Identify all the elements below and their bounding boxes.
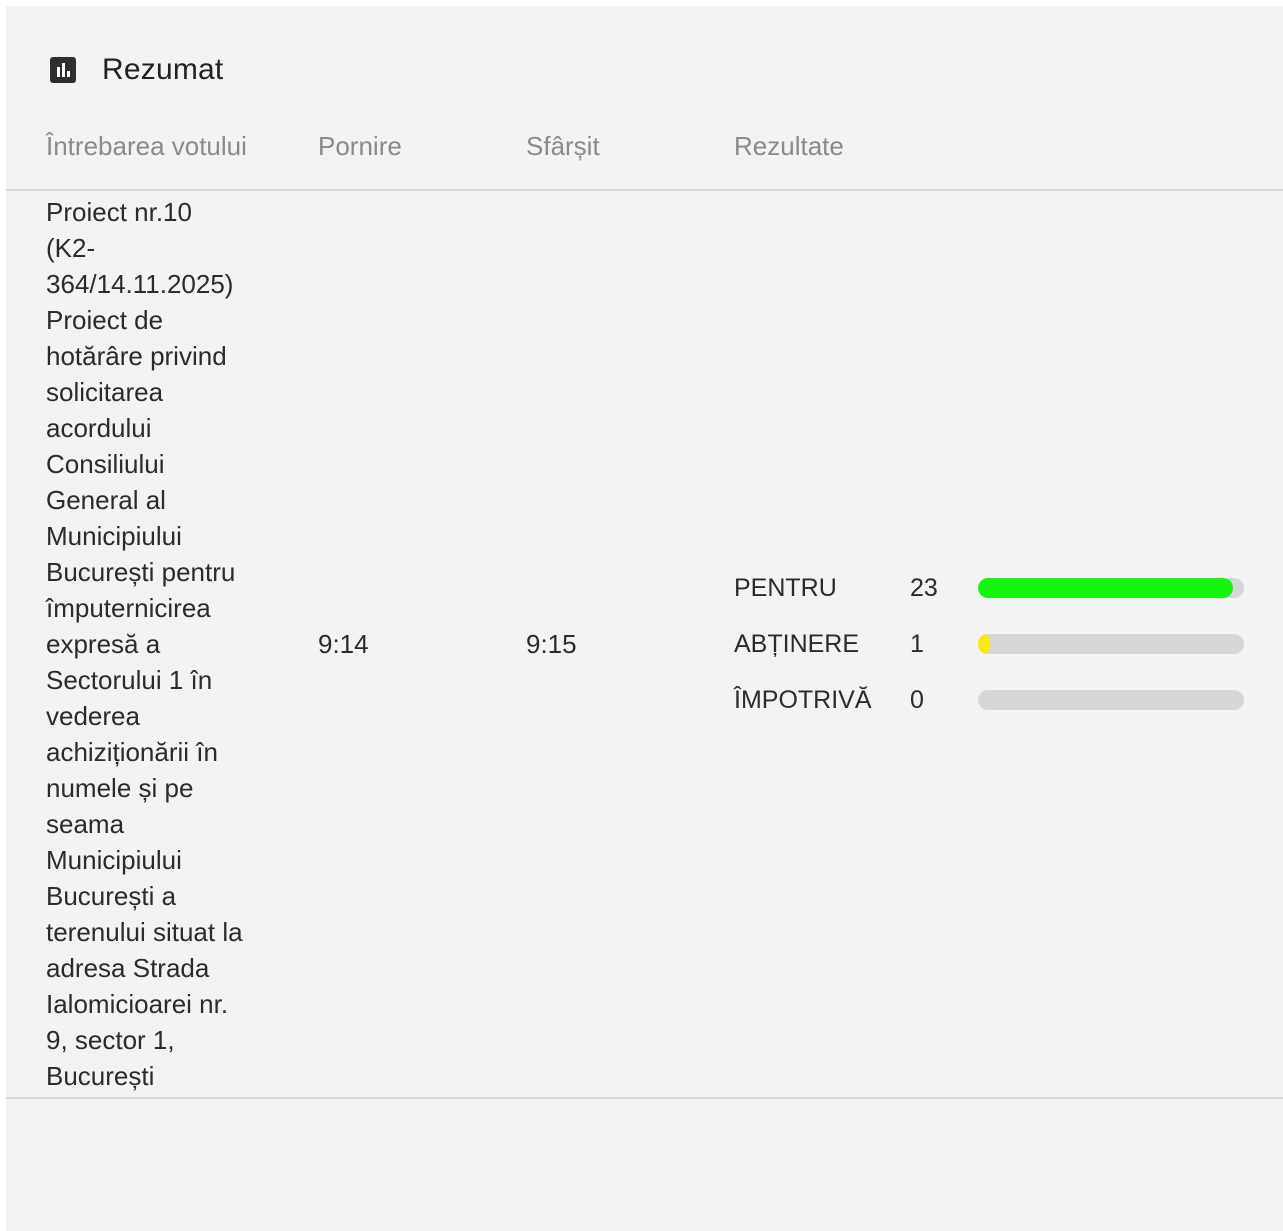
result-row-abstain: ABȚINERE 1: [734, 626, 1283, 662]
table-row: Proiect nr.10 (K2-364/14.11.2025) Proiec…: [6, 190, 1283, 1099]
start-time: 9:14: [318, 190, 526, 1099]
results-cell: PENTRU 23 ABȚINERE 1 ÎMPOTRIVĂ 0: [734, 190, 1283, 1099]
result-bar: [978, 690, 1244, 710]
result-label: ABȚINERE: [734, 630, 860, 658]
result-count: 0: [910, 686, 924, 714]
summary-header: Rezumat: [50, 50, 223, 90]
result-count: 23: [910, 574, 938, 602]
result-row-against: ÎMPOTRIVĂ 0: [734, 682, 1283, 718]
result-count: 1: [910, 630, 924, 658]
table-header-row: Întrebarea votului Pornire Sfârșit Rezul…: [6, 103, 1283, 191]
result-bar: [978, 634, 1244, 654]
summary-title: Rezumat: [102, 53, 224, 86]
column-header-results: Rezultate: [734, 103, 1283, 191]
result-bar-fill: [978, 578, 1233, 598]
result-label: ÎMPOTRIVĂ: [734, 686, 872, 714]
results-list: PENTRU 23 ABȚINERE 1 ÎMPOTRIVĂ 0: [734, 570, 1283, 718]
column-header-start: Pornire: [318, 103, 526, 191]
result-bar: [978, 578, 1244, 598]
end-time: 9:15: [526, 190, 734, 1099]
bar-chart-icon: [50, 57, 76, 83]
column-header-question: Întrebarea votului: [6, 103, 318, 191]
vote-results-table: Întrebarea votului Pornire Sfârșit Rezul…: [6, 103, 1283, 1099]
result-bar-fill: [978, 634, 990, 654]
result-label: PENTRU: [734, 574, 837, 602]
result-row-for: PENTRU 23: [734, 570, 1283, 606]
question-cell: Proiect nr.10 (K2-364/14.11.2025) Proiec…: [6, 190, 318, 1099]
summary-panel: Rezumat Întrebarea votului Pornire Sfârș…: [6, 6, 1283, 1231]
vote-question-text: Proiect nr.10 (K2-364/14.11.2025) Proiec…: [46, 197, 243, 1091]
column-header-end: Sfârșit: [526, 103, 734, 191]
